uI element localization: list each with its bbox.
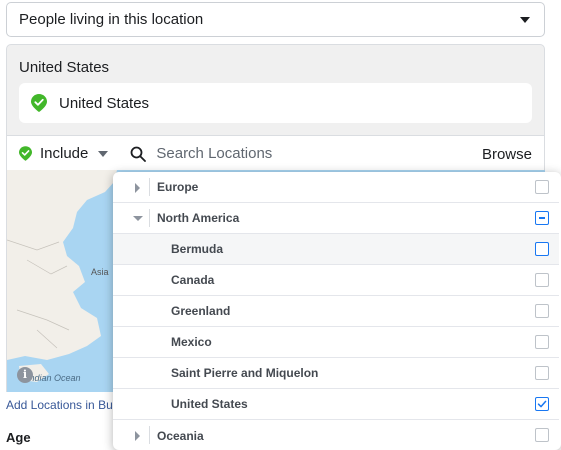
audience-location-select[interactable]: People living in this location (6, 2, 545, 37)
caret-down-icon (98, 150, 109, 157)
location-panel: United States United States Include Brow… (6, 44, 545, 171)
map-label-asia: Asia (91, 267, 109, 277)
divider (149, 178, 150, 196)
collapse-arrow-icon[interactable] (133, 216, 143, 221)
location-search-input[interactable] (156, 145, 457, 162)
list-item-label: Europe (157, 180, 199, 194)
location-pin-icon (19, 146, 32, 161)
list-item[interactable]: Bermuda (113, 234, 559, 265)
caret-down-icon (520, 17, 530, 23)
info-icon[interactable]: i (17, 367, 33, 383)
age-heading: Age (6, 430, 31, 445)
list-item-label: United States (171, 397, 248, 411)
map-label-ocean: Indian Ocean (27, 373, 81, 383)
list-item[interactable]: Canada (113, 265, 559, 296)
include-label: Include (40, 145, 89, 162)
list-item-label: Mexico (171, 335, 212, 349)
add-locations-bulk-link[interactable]: Add Locations in Bulk (6, 398, 121, 412)
checkbox[interactable] (535, 304, 549, 318)
list-item-label: Greenland (171, 304, 231, 318)
list-item-label: Saint Pierre and Miquelon (171, 366, 319, 380)
divider (149, 426, 150, 444)
checkbox[interactable] (535, 335, 549, 349)
list-item[interactable]: Saint Pierre and Miquelon (113, 358, 559, 389)
checkbox[interactable] (535, 211, 549, 225)
list-item-label: Bermuda (171, 242, 224, 256)
location-group-title: United States (19, 59, 110, 76)
location-pin-icon (31, 94, 47, 112)
include-dropdown[interactable]: Include (19, 145, 109, 162)
list-item[interactable]: Greenland (113, 296, 559, 327)
list-item[interactable]: Europe (113, 172, 559, 203)
audience-select-value: People living in this location (19, 11, 204, 28)
list-item[interactable]: Mexico (113, 327, 559, 358)
checkbox[interactable] (535, 242, 549, 256)
list-item-label: Canada (171, 273, 215, 287)
checkbox[interactable] (535, 428, 549, 442)
expand-arrow-icon[interactable] (135, 431, 140, 441)
location-search-row: Include Browse (7, 135, 544, 171)
list-item[interactable]: Oceania (113, 420, 559, 450)
location-chip-label: United States (59, 94, 150, 112)
list-item[interactable]: United States (113, 389, 559, 420)
checkbox[interactable] (535, 273, 549, 287)
search-icon (130, 146, 147, 162)
checkbox[interactable] (535, 397, 549, 411)
list-item-label: Oceania (157, 428, 204, 443)
checkmark-icon (537, 400, 547, 408)
location-browse-dropdown: Europe North America Bermuda Canada Gree… (113, 172, 561, 450)
browse-button[interactable]: Browse (482, 146, 532, 163)
checkbox[interactable] (535, 366, 549, 380)
checkbox[interactable] (535, 180, 549, 194)
list-item-label: North America (157, 211, 240, 225)
location-chip[interactable]: United States (19, 83, 532, 123)
list-item[interactable]: North America (113, 203, 559, 234)
divider (149, 209, 150, 227)
expand-arrow-icon[interactable] (135, 183, 140, 193)
